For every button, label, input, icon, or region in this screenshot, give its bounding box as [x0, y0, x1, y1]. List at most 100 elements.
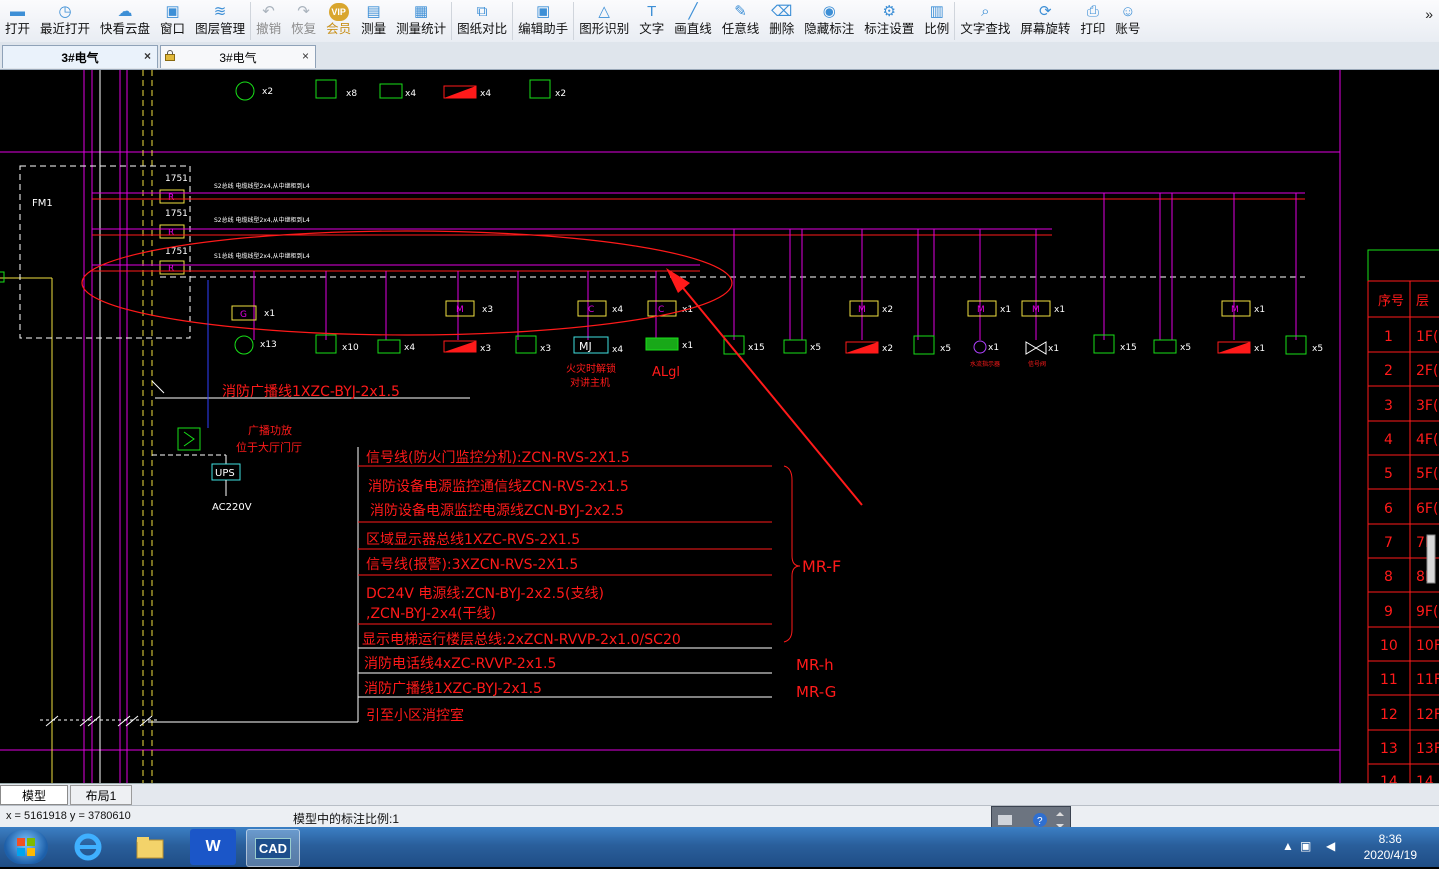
mr-label: MR-h — [796, 656, 834, 674]
table-cell: 2 — [1384, 363, 1393, 379]
explorer-taskbar-button[interactable] — [124, 829, 176, 865]
clock-icon: ◷ — [58, 3, 72, 20]
show-hidden-icons-icon[interactable]: ▲ — [1282, 839, 1294, 853]
pencil-icon: ✎ — [734, 3, 747, 20]
freehand-button[interactable]: ✎ 任意线 — [717, 0, 765, 42]
mr-label: MR-G — [796, 683, 836, 701]
annotation-settings-button[interactable]: ⚙ 标注设置 — [859, 0, 919, 42]
count-label: x1 — [1054, 305, 1065, 315]
cable-text: 信号线(防火门监控分机):ZCN-RVS-2X1.5 — [366, 450, 630, 466]
table-cell: 12F — [1416, 707, 1439, 723]
count-label: x2 — [882, 305, 893, 315]
redo-button[interactable]: ↷ 恢复 — [286, 0, 321, 42]
shape-recognize-icon: △ — [598, 3, 610, 20]
table-cell: 6F( — [1416, 501, 1438, 517]
undo-button[interactable]: ↶ 撤销 — [251, 0, 286, 42]
rotate-screen-button[interactable]: ⟳ 屏幕旋转 — [1015, 0, 1075, 42]
measure-button[interactable]: ▤ 测量 — [356, 0, 391, 42]
table-cell: 11F — [1416, 672, 1439, 688]
layout-tabbar: 模型 布局1 — [0, 783, 1439, 805]
table-cell: 9F( — [1416, 604, 1438, 620]
drawing-canvas[interactable]: FM1 1751 R 1751 R 1751 R S2总线 电缆线型2x4,从中… — [0, 70, 1439, 783]
module-symbol: M — [858, 305, 866, 315]
cable-text: DC24V 电源线:ZCN-BYJ-2x2.5(支线) — [366, 586, 604, 602]
delete-button[interactable]: ⌫ 删除 — [764, 0, 799, 42]
table-cell: 3F( — [1416, 398, 1438, 414]
toolbar-more-button[interactable]: » — [1425, 6, 1433, 22]
window-button[interactable]: ▣ 窗口 — [155, 0, 190, 42]
count-label: x15 — [748, 343, 765, 353]
count-label: x2 — [555, 89, 566, 99]
shape-recognize-button[interactable]: △ 图形识别 — [574, 0, 634, 42]
table-cell: 13 — [1380, 741, 1398, 757]
status-bar: x = 5161918 y = 3780610 模型中的标注比例:1 ? — [0, 805, 1439, 834]
compare-button[interactable]: ⧉ 图纸对比 — [452, 0, 512, 42]
tab-active-drawing[interactable]: 3#电气 × — [2, 45, 158, 68]
cable-text: 显示电梯运行楼层总线:2xZCN-RVVP-2x1.0/SC20 — [362, 632, 681, 648]
scale-button[interactable]: ▥ 比例 — [919, 0, 954, 42]
ie-taskbar-button[interactable] — [62, 829, 114, 865]
windows-taskbar: W CAD ▲ ▣ ◀ 8:36 2020/4/19 — [0, 827, 1439, 867]
module-symbol: M — [977, 305, 985, 315]
vip-icon: VIP — [328, 3, 349, 21]
bus-label-2: S2总线 电缆线型2x4,从中继柜到L4 — [214, 216, 310, 224]
redo-icon: ↷ — [297, 3, 310, 20]
recent-button[interactable]: ◷ 最近打开 — [35, 0, 95, 42]
text-search-button[interactable]: ⌕ 文字查找 — [955, 0, 1015, 42]
table-cell: 5F( — [1416, 466, 1438, 482]
count-label: x15 — [1120, 343, 1137, 353]
cloud-button[interactable]: ☁ 快看云盘 — [95, 0, 155, 42]
open-button[interactable]: ▬ 打开 — [0, 0, 35, 42]
tab-layout1[interactable]: 布局1 — [70, 785, 132, 805]
draw-line-button[interactable]: ╱ 画直线 — [669, 0, 717, 42]
cable-text: 消防电话线4xZC-RVVP-2x1.5 — [364, 656, 556, 672]
count-label: x5 — [810, 343, 821, 353]
tab-model[interactable]: 模型 — [0, 785, 68, 805]
network-icon[interactable]: ▣ — [1300, 839, 1311, 853]
table-cell: 2F( — [1416, 363, 1438, 379]
vertical-scroll-thumb — [1426, 534, 1436, 584]
system-clock[interactable]: 8:36 2020/4/19 — [1364, 831, 1417, 863]
volume-icon[interactable]: ◀ — [1326, 839, 1335, 853]
cad-taskbar-button[interactable]: CAD — [246, 829, 300, 867]
count-label: x2 — [262, 87, 273, 97]
measure-stats-button[interactable]: ▦ 测量统计 — [391, 0, 451, 42]
folder-icon: ▬ — [10, 2, 25, 20]
module-symbol: M — [1032, 305, 1040, 315]
count-label: x1 — [1000, 305, 1011, 315]
print-button[interactable]: ⎙ 打印 — [1075, 0, 1110, 42]
count-label: x1 — [264, 309, 275, 319]
table-cell: 5 — [1384, 466, 1393, 482]
annotation-text: 火灾时解锁 — [566, 362, 616, 375]
cable-text: 消防广播线1XZC-BYJ-2x1.5 — [364, 681, 542, 697]
tab-close-icon[interactable]: × — [302, 49, 309, 63]
measure-stats-icon: ▦ — [414, 3, 429, 20]
module-label: 1751 — [165, 174, 188, 184]
wps-icon: W — [205, 838, 221, 855]
module-symbol: MJ — [579, 340, 592, 353]
count-label: x3 — [482, 305, 493, 315]
text-button[interactable]: T 文字 — [634, 0, 669, 42]
module-symbol: M — [456, 305, 464, 315]
count-label: x4 — [612, 305, 623, 315]
vip-button[interactable]: VIP 会员 — [321, 0, 356, 42]
cable-text: 引至小区消控室 — [366, 707, 464, 724]
hide-annotation-button[interactable]: ◉ 隐藏标注 — [799, 0, 859, 42]
eraser-icon: ⌫ — [771, 3, 793, 20]
table-cell: 4 — [1384, 432, 1393, 448]
start-button[interactable] — [4, 830, 48, 864]
fm1-label: FM1 — [32, 198, 53, 209]
ruler-icon: ▤ — [366, 3, 381, 20]
tab-close-icon[interactable]: × — [144, 49, 151, 63]
account-button[interactable]: ☺ 账号 — [1110, 0, 1145, 42]
compare-icon: ⧉ — [476, 2, 488, 20]
printer-icon: ⎙ — [1086, 2, 1099, 20]
annotation-text: 广播功放 — [248, 423, 292, 437]
document-tabbar: 3#电气 × 3#电气 × — [0, 42, 1439, 70]
count-label: x1 — [1048, 344, 1059, 354]
main-toolbar: ▬ 打开 ◷ 最近打开 ☁ 快看云盘 ▣ 窗口 ≋ 图层管理 ↶ 撤销 ↷ 恢复 VIP 会员 … — [0, 0, 1439, 43]
tab-locked-drawing[interactable]: 3#电气 × — [160, 45, 316, 68]
layers-button[interactable]: ≋ 图层管理 — [190, 0, 250, 42]
edit-assistant-button[interactable]: ▣ 编辑助手 — [513, 0, 573, 42]
wps-taskbar-button[interactable]: W — [190, 829, 236, 865]
